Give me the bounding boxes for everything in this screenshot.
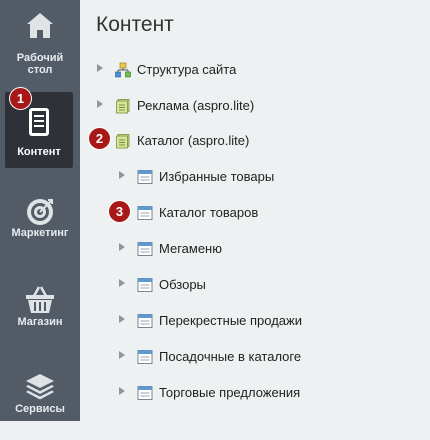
iblock-icon (137, 242, 153, 256)
tree-item-label: Каталог товаров (159, 205, 259, 220)
step-badge: 1 (10, 88, 31, 109)
iblock-icon (137, 170, 153, 184)
iblock-type-icon (116, 134, 130, 149)
tree-item-label: Каталог (aspro.lite) (137, 133, 250, 148)
tree-item-label: Структура сайта (137, 62, 237, 77)
tree-item-label: Обзоры (159, 277, 206, 292)
sidebar-item-services[interactable]: Сервисы (0, 360, 80, 440)
sidebar-item-label: Сервисы (15, 403, 65, 415)
sidebar-item-label: Маркетинг (11, 227, 69, 239)
sidebar: Рабочий стол Контент Маркетинг Магазин С… (0, 0, 80, 421)
sidebar-item-label: Контент (17, 146, 61, 158)
tree-item-label: Избранные товары (159, 169, 275, 184)
sidebar-item-label: стол (27, 64, 53, 76)
tree-item-label: Торговые предложения (159, 385, 301, 400)
iblock-icon (137, 278, 153, 292)
site-structure-icon (115, 62, 131, 78)
step-badge: 2 (89, 128, 110, 149)
home-icon (27, 13, 53, 38)
iblock-icon (137, 350, 153, 364)
iblock-icon (137, 206, 153, 220)
tree-item-label: Перекрестные продажи (159, 313, 302, 328)
sidebar-item-shop[interactable]: Магазин (0, 274, 80, 354)
tree-item-label: Реклама (aspro.lite) (137, 98, 255, 113)
expand-arrow-icon[interactable] (119, 171, 125, 179)
sidebar-item-label: Рабочий (16, 52, 64, 64)
expand-arrow-icon[interactable] (119, 387, 125, 395)
step-badge: 3 (109, 201, 130, 222)
iblock-type-icon (116, 99, 130, 114)
sidebar-item-marketing[interactable]: Маркетинг (0, 186, 80, 266)
expand-arrow-icon[interactable] (119, 315, 125, 323)
iblock-icon (137, 314, 153, 328)
expand-arrow-icon[interactable] (119, 279, 125, 287)
sidebar-item-label: Магазин (17, 316, 63, 328)
sidebar-item-desktop[interactable]: Рабочий стол (0, 0, 80, 80)
basket-icon (26, 286, 54, 313)
expand-arrow-icon[interactable] (119, 351, 125, 359)
expand-arrow-icon[interactable] (97, 100, 103, 108)
page-title: Контент (96, 13, 174, 36)
expand-arrow-icon[interactable] (97, 64, 103, 72)
content-panel: Контент Структура сайта Реклама (aspro.l… (80, 0, 430, 421)
document-icon (29, 108, 49, 136)
tree-item-label: Посадочные в каталоге (159, 349, 302, 364)
tree-item-label: Мегаменю (159, 241, 222, 256)
target-icon (27, 199, 53, 225)
iblock-icon (137, 386, 153, 400)
expand-arrow-icon[interactable] (119, 243, 125, 251)
layers-icon (26, 374, 54, 400)
